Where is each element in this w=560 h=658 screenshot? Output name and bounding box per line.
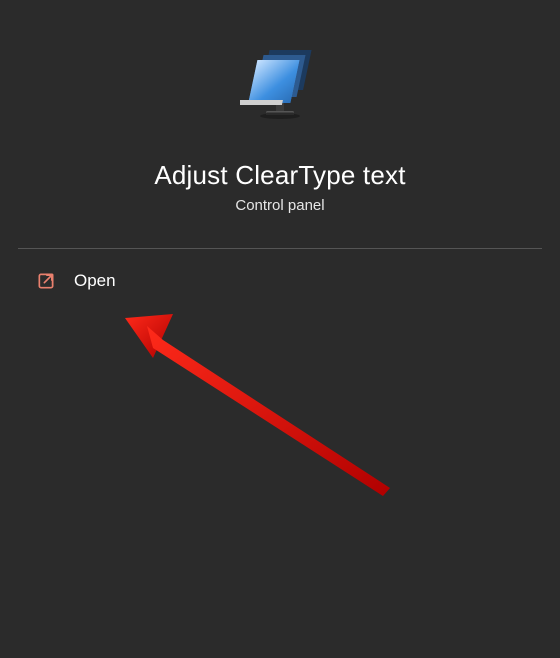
page-subtitle: Control panel bbox=[235, 197, 324, 214]
panel-container: Adjust ClearType text Control panel Open bbox=[0, 0, 560, 658]
header: Adjust ClearType text Control panel bbox=[20, 50, 540, 214]
page-title: Adjust ClearType text bbox=[154, 160, 405, 191]
external-link-icon bbox=[36, 271, 56, 291]
open-label: Open bbox=[74, 271, 116, 291]
monitor-icon bbox=[240, 50, 320, 120]
open-action[interactable]: Open bbox=[20, 249, 540, 301]
